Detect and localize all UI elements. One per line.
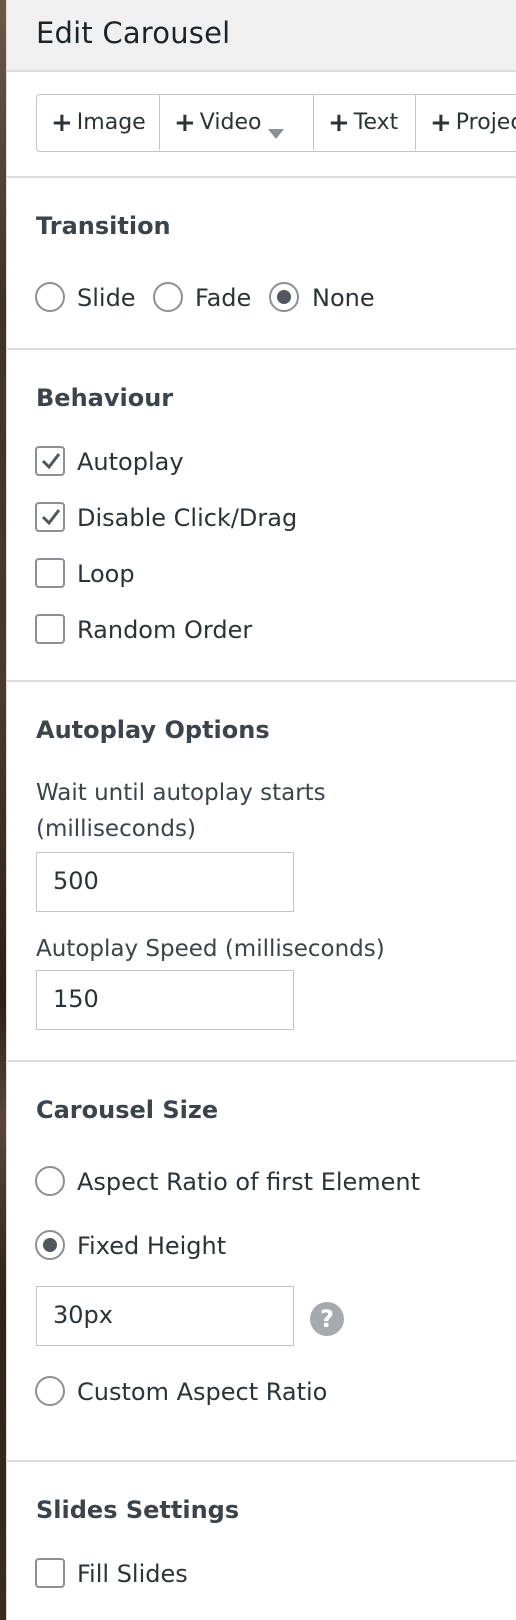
transition-section: Transition Slide Fade None [7,176,516,348]
custom-aspect-ratio-radio[interactable] [35,1376,65,1406]
add-text-button[interactable]: + Text [314,95,416,150]
add-image-button[interactable]: + Image [37,95,160,150]
loop-checkbox[interactable] [35,558,65,588]
fixed-height-radio[interactable] [35,1230,65,1260]
add-image-label: Image [76,110,146,135]
add-project-button[interactable]: + Project [416,95,516,150]
chevron-down-icon[interactable] [268,129,284,139]
transition-slide-label[interactable]: Slide [77,284,136,312]
behaviour-section: Behaviour Autoplay Disable Click/Drag Lo… [7,348,516,680]
transition-none-label[interactable]: None [312,284,375,312]
checkmark-icon [41,453,61,470]
plus-icon: + [328,107,350,138]
fill-slides-checkbox[interactable] [35,1558,65,1588]
aspect-ratio-first-element-label[interactable]: Aspect Ratio of first Element [77,1168,420,1196]
panel-title: Edit Carousel [36,16,231,50]
transition-slide-radio[interactable] [35,282,65,312]
fixed-height-input[interactable]: 30px [36,1286,294,1346]
plus-icon: + [430,107,452,138]
add-video-button[interactable]: + Video [160,95,314,150]
fixed-height-label[interactable]: Fixed Height [77,1232,226,1260]
transition-fade-radio[interactable] [153,282,183,312]
autoplay-checkbox[interactable] [35,446,65,476]
autoplay-options-section: Autoplay Options Wait until autoplay sta… [7,680,516,1060]
transition-none-radio[interactable] [269,282,299,312]
random-order-label[interactable]: Random Order [77,616,252,644]
edit-carousel-panel: Edit Carousel + Image + Video + Text + P… [7,0,516,1620]
fill-slides-label[interactable]: Fill Slides [77,1560,188,1588]
add-button-group: + Image + Video + Text + Project [36,94,516,152]
transition-title: Transition [36,212,171,240]
help-icon[interactable]: ? [310,1302,344,1336]
custom-aspect-ratio-label[interactable]: Custom Aspect Ratio [77,1378,327,1406]
wait-label-line1: Wait until autoplay starts [36,780,326,806]
behaviour-title: Behaviour [36,384,174,412]
add-project-label: Project [455,110,516,135]
add-element-toolbar: + Image + Video + Text + Project [7,72,516,176]
disable-click-drag-checkbox[interactable] [35,502,65,532]
random-order-checkbox[interactable] [35,614,65,644]
wait-label-line2: (milliseconds) [36,816,196,842]
plus-icon: + [51,107,73,138]
add-video-label: Video [199,110,262,135]
autoplay-speed-input[interactable]: 150 [36,970,294,1030]
slides-settings-section: Slides Settings Fill Slides [7,1460,516,1620]
plus-icon: + [174,107,196,138]
autoplay-options-title: Autoplay Options [36,716,270,744]
autoplay-label[interactable]: Autoplay [77,448,184,476]
aspect-ratio-first-element-radio[interactable] [35,1166,65,1196]
loop-label[interactable]: Loop [77,560,135,588]
disable-click-drag-label[interactable]: Disable Click/Drag [77,504,297,532]
slides-settings-title: Slides Settings [36,1496,240,1524]
checkmark-icon [41,509,61,526]
autoplay-speed-label: Autoplay Speed (milliseconds) [36,936,385,962]
carousel-size-title: Carousel Size [36,1096,219,1124]
carousel-size-section: Carousel Size Aspect Ratio of first Elem… [7,1060,516,1460]
transition-fade-label[interactable]: Fade [195,284,251,312]
wait-until-autoplay-input[interactable]: 500 [36,852,294,912]
panel-header: Edit Carousel [7,0,516,72]
add-text-label: Text [353,110,399,135]
